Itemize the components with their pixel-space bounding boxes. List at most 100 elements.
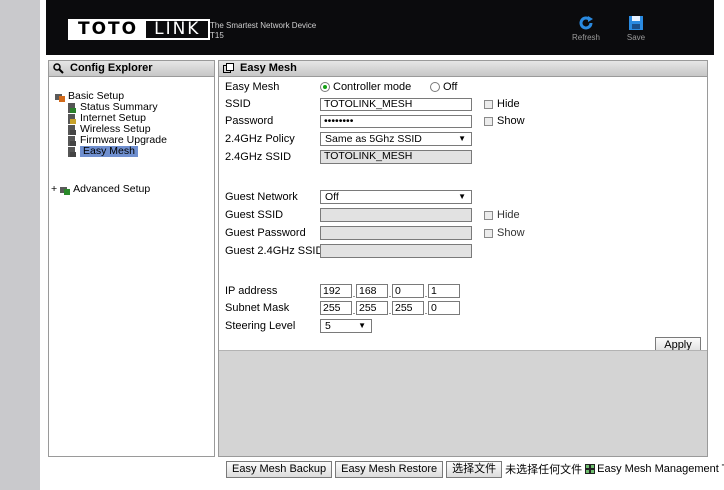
ip-address-input: 192 . 168 . 0 . 1 xyxy=(320,284,460,299)
password-row: Password •••••••• xyxy=(225,114,472,128)
bottom-toolbar: Easy Mesh Backup Easy Mesh Restore 选择文件 … xyxy=(226,460,724,478)
steering-label: Steering Level xyxy=(225,320,296,332)
password-label: Password xyxy=(225,115,274,127)
model-text: T15 xyxy=(210,31,224,40)
logo-right-text: LINK xyxy=(154,19,201,39)
choose-file-button[interactable]: 选择文件 xyxy=(446,460,503,478)
mask-octet-input[interactable]: 255 xyxy=(320,301,352,315)
logo-left-text: TOTO xyxy=(70,21,147,38)
tree-advanced-setup[interactable]: + Advanced Setup xyxy=(51,184,150,195)
controller-mode-label: Controller mode xyxy=(333,81,412,93)
guest-network-select[interactable]: Off ▼ xyxy=(320,190,472,204)
tree-advanced: + Advanced Setup xyxy=(51,184,150,195)
dropdown-arrow-icon: ▼ xyxy=(458,134,466,143)
checkbox-icon xyxy=(484,228,493,238)
tree-advanced-setup-label: Advanced Setup xyxy=(73,183,151,195)
guest-password-label: Guest Password xyxy=(225,227,306,239)
router-admin-frame: TOTO LINK The Smartest Network Device T1… xyxy=(46,0,724,478)
tagline-text: The Smartest Network Device xyxy=(210,21,317,30)
guest-network-row: Guest Network Off ▼ xyxy=(225,190,472,204)
mgmt-tool-label: Easy Mesh Management Tool xyxy=(597,463,724,475)
guest-network-label: Guest Network xyxy=(225,191,298,203)
ip-row: IP address 192 . 168 . 0 . 1 xyxy=(225,284,460,299)
easy-mesh-title: Easy Mesh xyxy=(240,62,297,74)
mask-octet-input[interactable]: 255 xyxy=(392,301,424,315)
guest-ssid24-label: Guest 2.4GHz SSID xyxy=(225,245,324,257)
folder-icon xyxy=(60,186,71,195)
easy-mesh-row: Easy Mesh Controller mode Off xyxy=(225,80,457,94)
easy-mesh-form: Easy Mesh Controller mode Off SSID TOTOL… xyxy=(219,78,707,348)
off-radio[interactable]: Off xyxy=(430,81,457,93)
output-area xyxy=(219,350,707,456)
config-explorer-panel: Config Explorer Basic Setup Status Summa… xyxy=(48,60,215,457)
steering-row: Steering Level 5 ▼ xyxy=(225,319,372,333)
guest-hide-checkbox[interactable]: Hide xyxy=(484,208,520,222)
mgmt-tool-link[interactable]: Easy Mesh Management Tool xyxy=(585,463,724,475)
easy-mesh-panel: Easy Mesh Easy Mesh Controller mode Off … xyxy=(218,60,708,457)
config-explorer-title-bar: Config Explorer xyxy=(49,61,214,77)
ssid24-label: 2.4GHz SSID xyxy=(225,151,292,163)
ssid24-input[interactable]: TOTOLINK_MESH xyxy=(320,150,472,164)
mask-row: Subnet Mask 255 . 255 . 255 . 0 xyxy=(225,301,460,316)
page-icon xyxy=(68,146,76,157)
header-tagline: The Smartest Network Device T15 xyxy=(210,21,316,41)
hide-label: Hide xyxy=(497,98,520,110)
window-icon xyxy=(223,63,234,73)
policy-row: 2.4GHz Policy Same as 5Ghz SSID ▼ xyxy=(225,132,472,146)
guest-ssid-input[interactable] xyxy=(320,208,472,222)
password-input[interactable]: •••••••• xyxy=(320,114,472,128)
easy-mesh-backup-button[interactable]: Easy Mesh Backup xyxy=(226,460,333,478)
steering-select[interactable]: 5 ▼ xyxy=(320,319,372,333)
ip-octet-input[interactable]: 0 xyxy=(392,284,424,298)
sidebar-item-label: Easy Mesh xyxy=(80,146,138,157)
show-label: Show xyxy=(497,115,525,127)
refresh-button[interactable]: Refresh xyxy=(566,15,606,42)
save-button[interactable]: Save xyxy=(616,15,656,42)
guest-ssid24-input[interactable] xyxy=(320,244,472,258)
checkbox-icon xyxy=(484,116,493,126)
guest-password-row: Guest Password xyxy=(225,226,472,240)
header-bar: TOTO LINK The Smartest Network Device T1… xyxy=(46,0,714,55)
ip-label: IP address xyxy=(225,285,278,297)
policy-label: 2.4GHz Policy xyxy=(225,133,295,145)
config-tree: Basic Setup Status Summary Internet Setu… xyxy=(55,91,167,157)
guest-ssid-label: Guest SSID xyxy=(225,209,284,221)
policy-select[interactable]: Same as 5Ghz SSID ▼ xyxy=(320,132,472,146)
config-explorer-title: Config Explorer xyxy=(70,62,153,74)
guest-ssid-row: Guest SSID xyxy=(225,208,472,222)
ssid24-row: 2.4GHz SSID TOTOLINK_MESH xyxy=(225,150,472,164)
guest-show-label: Show xyxy=(497,227,525,239)
show-password-checkbox[interactable]: Show xyxy=(484,114,525,128)
easy-mesh-label: Easy Mesh xyxy=(225,81,280,93)
easy-mesh-restore-button[interactable]: Easy Mesh Restore xyxy=(335,460,444,478)
expand-icon[interactable]: + xyxy=(51,184,57,195)
refresh-icon xyxy=(579,16,593,30)
guest-password-input[interactable] xyxy=(320,226,472,240)
ssid-input[interactable]: TOTOLINK_MESH xyxy=(320,97,472,111)
dropdown-arrow-icon: ▼ xyxy=(458,192,466,201)
mask-octet-input[interactable]: 255 xyxy=(356,301,388,315)
ssid-row: SSID TOTOLINK_MESH xyxy=(225,97,472,111)
radio-selected-icon xyxy=(320,82,330,92)
mask-octet-input[interactable]: 0 xyxy=(428,301,460,315)
mask-label: Subnet Mask xyxy=(225,302,290,314)
page-icon xyxy=(68,102,76,113)
subnet-mask-input: 255 . 255 . 255 . 0 xyxy=(320,301,460,316)
save-label: Save xyxy=(626,33,646,42)
ip-octet-input[interactable]: 192 xyxy=(320,284,352,298)
magnifier-icon xyxy=(53,63,64,74)
ip-octet-input[interactable]: 168 xyxy=(356,284,388,298)
save-icon xyxy=(629,16,643,30)
dropdown-arrow-icon: ▼ xyxy=(358,321,366,330)
left-rail xyxy=(0,0,40,490)
guest-show-checkbox[interactable]: Show xyxy=(484,226,525,240)
hide-ssid-checkbox[interactable]: Hide xyxy=(484,97,520,111)
radio-unselected-icon xyxy=(430,82,440,92)
ssid-label: SSID xyxy=(225,98,251,110)
guest-network-value: Off xyxy=(325,191,339,203)
sidebar-item-easy-mesh[interactable]: Easy Mesh xyxy=(55,146,167,157)
easy-mesh-title-bar: Easy Mesh xyxy=(219,61,707,77)
controller-mode-radio[interactable]: Controller mode xyxy=(320,81,430,93)
ip-octet-input[interactable]: 1 xyxy=(428,284,460,298)
folder-icon xyxy=(55,93,65,102)
